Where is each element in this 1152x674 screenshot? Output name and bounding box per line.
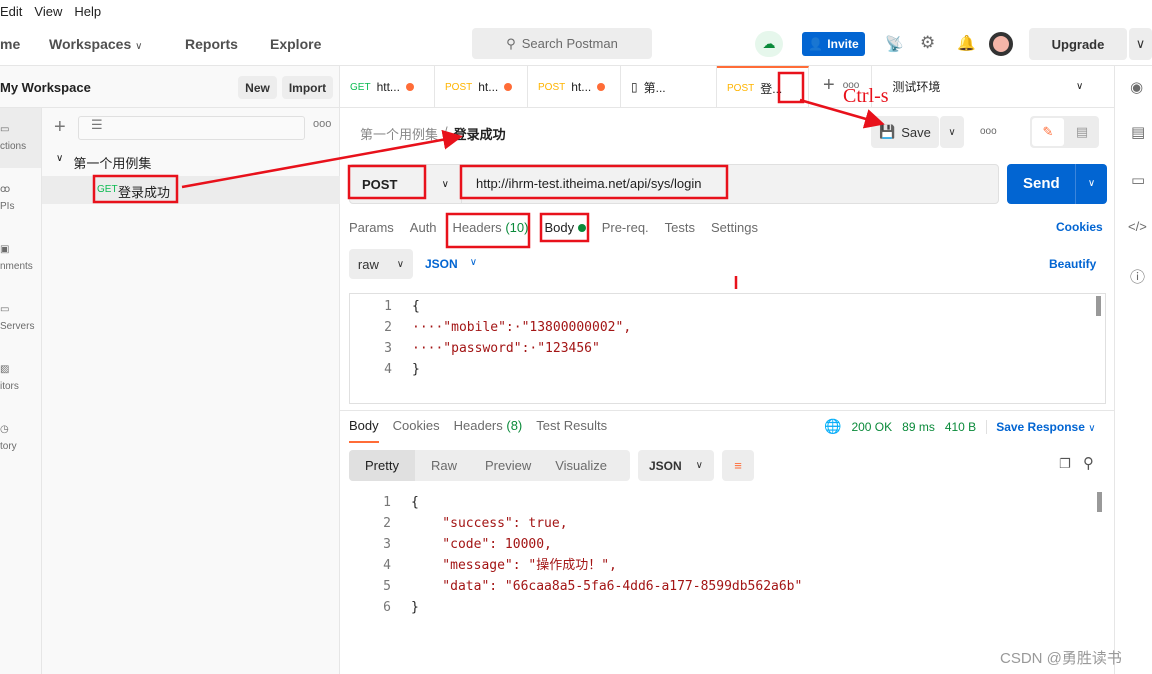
highlight-box — [459, 164, 729, 200]
highlight-box — [777, 71, 805, 104]
highlight-box — [539, 212, 590, 243]
watermark: CSDN @勇胜读书 — [1000, 650, 1122, 667]
annotation-arrow — [181, 129, 463, 189]
highlight-box — [347, 164, 427, 200]
highlight-box — [445, 212, 531, 249]
highlight-box — [92, 174, 179, 204]
annotation-overlay — [92, 71, 885, 289]
ctrl-s-annotation: Ctrl-s — [843, 85, 889, 107]
